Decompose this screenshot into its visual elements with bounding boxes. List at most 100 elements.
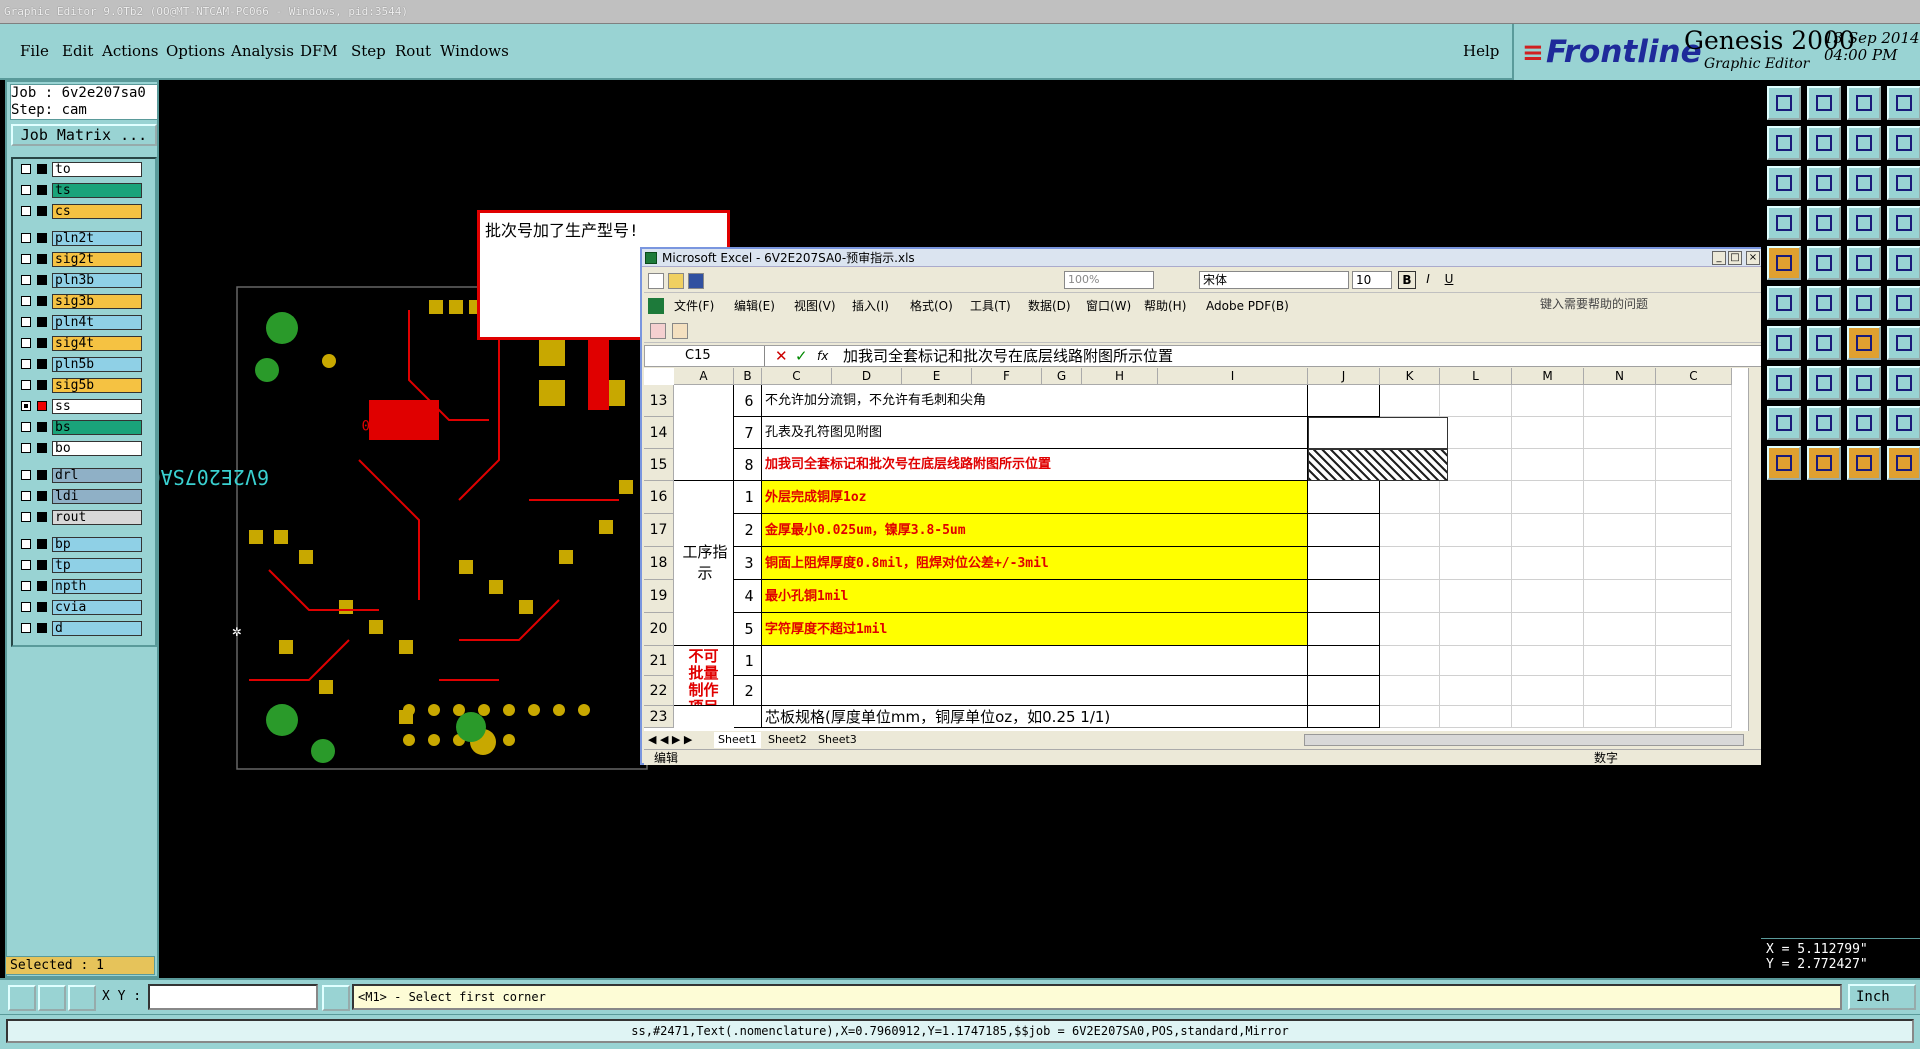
grid-icon[interactable] (68, 985, 96, 1011)
layer-row[interactable]: ts (15, 183, 153, 198)
excel-menu-view[interactable]: 视图(V) (794, 295, 836, 317)
layer-affected-toggle[interactable] (37, 470, 47, 480)
empty-cell[interactable] (1440, 706, 1512, 728)
layer-row[interactable]: to (15, 162, 153, 177)
empty-cell[interactable] (1584, 417, 1656, 449)
table-cell[interactable]: 7 (734, 417, 762, 449)
empty-cell[interactable] (1656, 385, 1732, 417)
empty-cell[interactable] (1584, 706, 1656, 728)
confirm-formula-icon[interactable]: ✓ (795, 346, 808, 366)
table-cell[interactable]: 2 (734, 514, 762, 547)
empty-cell[interactable] (1512, 449, 1584, 481)
process-instruction-label[interactable]: 工序指示 (674, 481, 734, 646)
layer-row[interactable]: bp (15, 537, 153, 552)
layer-row[interactable]: drl (15, 468, 153, 483)
menu-help[interactable]: Help (1463, 42, 1499, 60)
empty-cell[interactable] (1656, 547, 1732, 580)
new-icon[interactable] (648, 273, 664, 289)
excel-menu-format[interactable]: 格式(O) (910, 295, 953, 317)
help-search-input[interactable]: 键入需要帮助的问题 (1540, 295, 1710, 313)
table-cell[interactable]: 1 (734, 646, 762, 676)
column-header[interactable]: D (832, 368, 902, 385)
table-cell[interactable] (1308, 613, 1380, 646)
empty-cell[interactable] (1584, 385, 1656, 417)
empty-cell[interactable] (1584, 481, 1656, 514)
snap-icon[interactable] (1887, 126, 1920, 160)
surface-icon[interactable] (1807, 406, 1841, 440)
layer-row[interactable]: sig5b (15, 378, 153, 393)
name-box[interactable]: C15 (645, 346, 765, 366)
table-cell[interactable]: 铜面上阻焊厚度0.8mil，阻焊对位公差+/-3mil (762, 547, 1308, 580)
table-cell[interactable]: 芯板规格(厚度单位mm，铜厚单位oz，如0.25 1/1) (762, 706, 1308, 728)
empty-cell[interactable] (1584, 613, 1656, 646)
maximize-button[interactable]: □ (1728, 251, 1742, 265)
layer-affected-toggle[interactable] (37, 443, 47, 453)
layer-affected-toggle[interactable] (37, 275, 47, 285)
table-cell[interactable]: 3 (734, 547, 762, 580)
excel-menu-data[interactable]: 数据(D) (1028, 295, 1071, 317)
empty-cell[interactable] (1656, 580, 1732, 613)
layer-checkbox[interactable] (21, 164, 31, 174)
empty-cell[interactable] (1440, 385, 1512, 417)
layer-name[interactable]: ss (52, 399, 142, 414)
copy-icon[interactable] (1847, 286, 1881, 320)
layer-checkbox[interactable] (21, 560, 31, 570)
empty-cell[interactable] (1584, 676, 1656, 706)
empty-cell[interactable] (1656, 449, 1732, 481)
tab-sheet1[interactable]: Sheet1 (714, 732, 761, 748)
layer-row[interactable]: bs (15, 420, 153, 435)
horizontal-scrollbar[interactable] (1304, 734, 1744, 746)
close-step-icon[interactable] (1807, 86, 1841, 120)
vertical-scrollbar[interactable] (1748, 368, 1762, 731)
open-icon[interactable] (668, 273, 684, 289)
excel-menu-adobe[interactable]: Adobe PDF(B) (1206, 295, 1289, 317)
empty-cell[interactable] (1512, 676, 1584, 706)
table-cell[interactable]: 外层完成铜厚1oz (762, 481, 1308, 514)
layer-affected-toggle[interactable] (37, 422, 47, 432)
move-icon[interactable] (1767, 286, 1801, 320)
table-cell[interactable]: 2 (734, 676, 762, 706)
row-header[interactable]: 19 (644, 580, 674, 613)
menu-actions[interactable]: Actions (102, 42, 158, 60)
tab-sheet2[interactable]: Sheet2 (764, 732, 811, 748)
layer-name[interactable]: pln2t (52, 231, 142, 246)
excel-menu-tools[interactable]: 工具(T) (970, 295, 1011, 317)
column-header[interactable]: L (1440, 368, 1512, 385)
column-header[interactable]: A (674, 368, 734, 385)
empty-cell[interactable] (1656, 514, 1732, 547)
pointer-icon[interactable] (1847, 446, 1881, 480)
rotate-icon[interactable] (1847, 326, 1881, 360)
empty-cell[interactable] (1440, 613, 1512, 646)
empty-cell[interactable] (1440, 676, 1512, 706)
column-header[interactable]: H (1082, 368, 1158, 385)
menu-options[interactable]: Options (166, 42, 225, 60)
merged-cell[interactable] (674, 385, 734, 481)
italic-button[interactable]: I (1419, 271, 1437, 289)
layer-row[interactable]: rout (15, 510, 153, 525)
unit-select[interactable]: Inch (1848, 984, 1916, 1010)
row-header[interactable]: 16 (644, 481, 674, 514)
layer-name[interactable]: ts (52, 183, 142, 198)
layer-checkbox[interactable] (21, 443, 31, 453)
cancel-formula-icon[interactable]: ✕ (775, 346, 788, 366)
layer-checkbox[interactable] (21, 401, 31, 411)
layer-checkbox[interactable] (21, 338, 31, 348)
layer-checkbox[interactable] (21, 275, 31, 285)
layer-row[interactable]: npth (15, 579, 153, 594)
table-cell[interactable] (1308, 646, 1380, 676)
layer-affected-toggle[interactable] (37, 602, 47, 612)
tab-sheet3[interactable]: Sheet3 (814, 732, 861, 748)
font-size-select[interactable]: 10 (1352, 271, 1392, 289)
empty-cell[interactable] (1656, 481, 1732, 514)
excel-menu-help[interactable]: 帮助(H) (1144, 295, 1186, 317)
column-header[interactable]: E (902, 368, 972, 385)
table-cell[interactable]: 6 (734, 385, 762, 417)
menu-step[interactable]: Step (351, 42, 386, 60)
layer-checkbox[interactable] (21, 539, 31, 549)
home-icon[interactable] (1847, 86, 1881, 120)
empty-cell[interactable] (1656, 613, 1732, 646)
pdf-mail-icon[interactable] (672, 323, 688, 339)
dashed-icon[interactable] (1847, 246, 1881, 280)
layer-checkbox[interactable] (21, 512, 31, 522)
layer-name[interactable]: to (52, 162, 142, 177)
